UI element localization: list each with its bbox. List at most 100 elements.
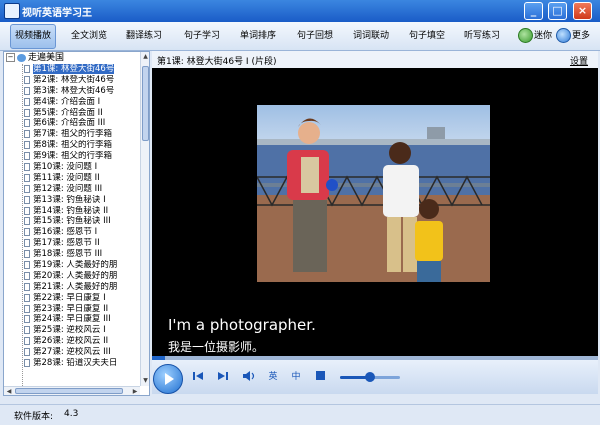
tree-lesson-item[interactable]: 第18课: 感恩节 III [4, 249, 140, 260]
document-icon [24, 239, 30, 248]
mini-label: 迷你 [534, 31, 553, 41]
tab-dictation[interactable]: 听写练习 [464, 28, 500, 44]
next-icon[interactable] [217, 371, 229, 383]
tree-lesson-item[interactable]: 第7课: 祖父的行李箱 [4, 129, 140, 140]
horizontal-scrollbar[interactable]: ◀ ▶ [4, 386, 140, 395]
player-panel: 第1课: 林登大街46号 I (片段) 设置 I'm a photographe… [152, 51, 598, 394]
tree-lesson-item[interactable]: 第15课: 钓鱼秘诀 III [4, 216, 140, 227]
mini-icon [518, 28, 533, 43]
maximize-button[interactable]: □ [548, 2, 567, 20]
tab-word-order[interactable]: 单词排序 [240, 28, 276, 44]
title-bar: 视听英语学习王 _ □ × [0, 0, 600, 22]
tree-lesson-item[interactable]: 第10课: 没问题 I [4, 162, 140, 173]
document-icon [24, 282, 30, 291]
lesson-label: 第16课: 感恩节 I [33, 227, 98, 238]
lesson-label: 第22课: 早日康复 I [33, 292, 106, 303]
lesson-list: 第1课: 林登大街46号 第2课: 林登大街46号 第3课: 林登大街46号 第4课:… [4, 64, 140, 394]
horizontal-scroll-thumb[interactable] [15, 388, 123, 394]
tab-fill-blank[interactable]: 句子填空 [409, 28, 445, 44]
tree-lesson-item[interactable]: 第13课: 钓鱼秘诀 I [4, 195, 140, 206]
document-icon [24, 108, 30, 117]
tree-lesson-item[interactable]: 第24课: 早日康复 III [4, 314, 140, 325]
tab-translation[interactable]: 翻译练习 [126, 28, 162, 44]
tree-lesson-item[interactable]: 第22课: 早日康复 I [4, 293, 140, 304]
lesson-label: 第21课: 人类最好的朋 [33, 281, 118, 292]
tab-word-link[interactable]: 词词联动 [353, 28, 389, 44]
tree-lesson-item[interactable]: 第21课: 人类最好的朋 [4, 282, 140, 293]
lesson-label: 第19课: 人类最好的朋 [33, 260, 118, 271]
lesson-label: 第26课: 逆校风云 II [33, 336, 109, 347]
volume-icon[interactable] [242, 371, 256, 383]
tree-lesson-item[interactable]: 第28课: 铅道汉夫夫日 [4, 358, 140, 369]
tree-lesson-item[interactable]: 第16课: 感恩节 I [4, 227, 140, 238]
document-icon [24, 173, 30, 182]
tree-lesson-item[interactable]: 第23课: 早日康复 II [4, 304, 140, 315]
document-icon [24, 228, 30, 237]
tree-lesson-item[interactable]: 第11课: 没问题 II [4, 173, 140, 184]
lesson-title: 第1课: 林登大街46号 I (片段) [157, 57, 277, 67]
tree-lesson-item[interactable]: 第6课: 介绍会面 III [4, 118, 140, 129]
tree-lesson-item[interactable]: 第26课: 逆校风云 II [4, 336, 140, 347]
tree-lesson-item[interactable]: 第17课: 感恩节 II [4, 238, 140, 249]
video-area[interactable]: I'm a photographer. 我是一位摄影师。 [152, 68, 598, 356]
toolbar: 视频播放 全文浏览 翻译练习 句子学习 单词排序 句子回想 词词联动 句子填空 … [0, 22, 600, 51]
stop-icon[interactable] [315, 371, 325, 383]
minimize-button[interactable]: _ [524, 2, 543, 20]
document-icon [24, 348, 30, 357]
more-label: 更多 [572, 31, 591, 41]
document-icon [24, 119, 30, 128]
mini-mode-button[interactable]: 迷你 [518, 28, 552, 44]
english-subtitle: I'm a photographer. [168, 316, 316, 334]
volume-slider[interactable] [340, 372, 400, 382]
english-subtitle-toggle[interactable]: 英 [266, 371, 280, 383]
video-frame [257, 105, 490, 282]
tree-root-node[interactable]: − 走遍美国 [6, 53, 64, 64]
tree-lesson-item[interactable]: 第14课: 钓鱼秘诀 II [4, 206, 140, 217]
document-icon [24, 97, 30, 106]
chinese-subtitle-toggle[interactable]: 中 [289, 371, 303, 383]
tab-sentence-recall[interactable]: 句子回想 [297, 28, 333, 44]
scroll-up-icon[interactable]: ▲ [141, 52, 149, 62]
tree-lesson-item[interactable]: 第2课: 林登大街46号 [4, 75, 140, 86]
lesson-label: 第24课: 早日康复 III [33, 314, 111, 325]
tree-lesson-item[interactable]: 第20课: 人类最好的朋 [4, 271, 140, 282]
tab-video-play[interactable]: 视频播放 [10, 24, 57, 49]
scroll-down-icon[interactable]: ▼ [141, 376, 149, 386]
tree-lesson-item[interactable]: 第9课: 祖父的行李箱 [4, 151, 140, 162]
lesson-label: 第9课: 祖父的行李箱 [33, 151, 112, 162]
volume-slider-knob[interactable] [365, 372, 375, 382]
close-button[interactable]: × [573, 2, 592, 20]
lesson-label: 第11课: 没问题 II [33, 172, 100, 183]
tree-lesson-item[interactable]: 第3课: 林登大街46号 [4, 86, 140, 97]
document-icon [24, 152, 30, 161]
more-button[interactable]: 更多 [556, 28, 590, 44]
document-icon [24, 261, 30, 270]
tab-sentence-study[interactable]: 句子学习 [184, 28, 220, 44]
scroll-left-icon[interactable]: ◀ [4, 387, 14, 395]
more-icon [556, 28, 571, 43]
document-icon [24, 217, 30, 226]
scroll-right-icon[interactable]: ▶ [130, 387, 140, 395]
tree-lesson-item[interactable]: 第1课: 林登大街46号 [4, 64, 140, 75]
previous-icon[interactable] [192, 371, 204, 383]
tree-lesson-item[interactable]: 第19课: 人类最好的朋 [4, 260, 140, 271]
lesson-label: 第23课: 早日康复 II [33, 303, 109, 314]
tree-lesson-item[interactable]: 第27课: 逆校风云 III [4, 347, 140, 358]
document-icon [24, 195, 30, 204]
document-icon [24, 337, 30, 346]
vertical-scrollbar[interactable]: ▲ ▼ [140, 52, 149, 386]
lesson-label: 第7课: 祖父的行李箱 [33, 129, 112, 140]
tree-lesson-item[interactable]: 第5课: 介绍会面 II [4, 108, 140, 119]
tree-lesson-item[interactable]: 第4课: 介绍会面 I [4, 97, 140, 108]
lesson-label: 第12课: 没问题 III [33, 183, 103, 194]
play-button[interactable] [153, 364, 183, 394]
settings-link[interactable]: 设置 [570, 54, 588, 67]
version-label: 软件版本: [14, 412, 54, 422]
tree-lesson-item[interactable]: 第25课: 逆校风云 I [4, 325, 140, 336]
vertical-scroll-thumb[interactable] [142, 66, 149, 141]
tree-lesson-item[interactable]: 第12课: 没问题 III [4, 184, 140, 195]
status-bar: 软件版本: 4.3 [0, 404, 600, 425]
collapse-icon[interactable]: − [6, 53, 15, 62]
tab-full-text[interactable]: 全文浏览 [71, 28, 107, 44]
tree-lesson-item[interactable]: 第8课: 祖父的行李箱 [4, 140, 140, 151]
